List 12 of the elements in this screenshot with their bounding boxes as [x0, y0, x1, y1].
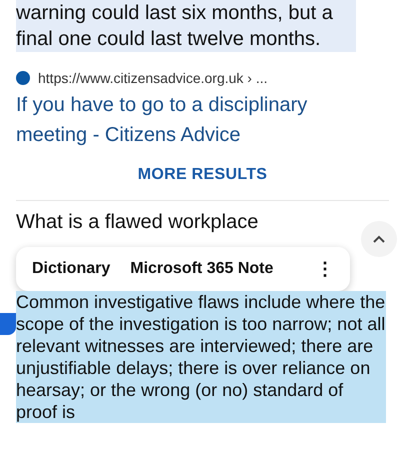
site-icon [16, 71, 30, 85]
more-results-button[interactable]: MORE RESULTS [130, 162, 276, 188]
source-url: https://www.citizensadvice.org.uk › ... [38, 70, 268, 86]
snippet-text: warning could last six months, but a final one could last twelve months. [16, 0, 356, 52]
result-link[interactable]: If you have to go to a disciplinary meeting - Citizens Advice [16, 90, 346, 150]
selected-answer-text: Common investigative flaws include where the scope of the investigation is too narrow; not all relevant witnesses are interviewed; there are unjustifiable delays; there is over reliance on hearsay; or the wrong (or no) standard of proof is [16, 291, 386, 423]
menu-item[interactable]: Dictionary [26, 256, 116, 282]
selection-handle[interactable] [0, 313, 16, 335]
question-title[interactable]: What is a flawed workplace [16, 201, 389, 234]
more-options-button[interactable]: ⋮ [310, 254, 340, 284]
menu-item[interactable]: Microsoft 365 Note [124, 256, 280, 282]
chevron-up-icon [372, 234, 386, 244]
